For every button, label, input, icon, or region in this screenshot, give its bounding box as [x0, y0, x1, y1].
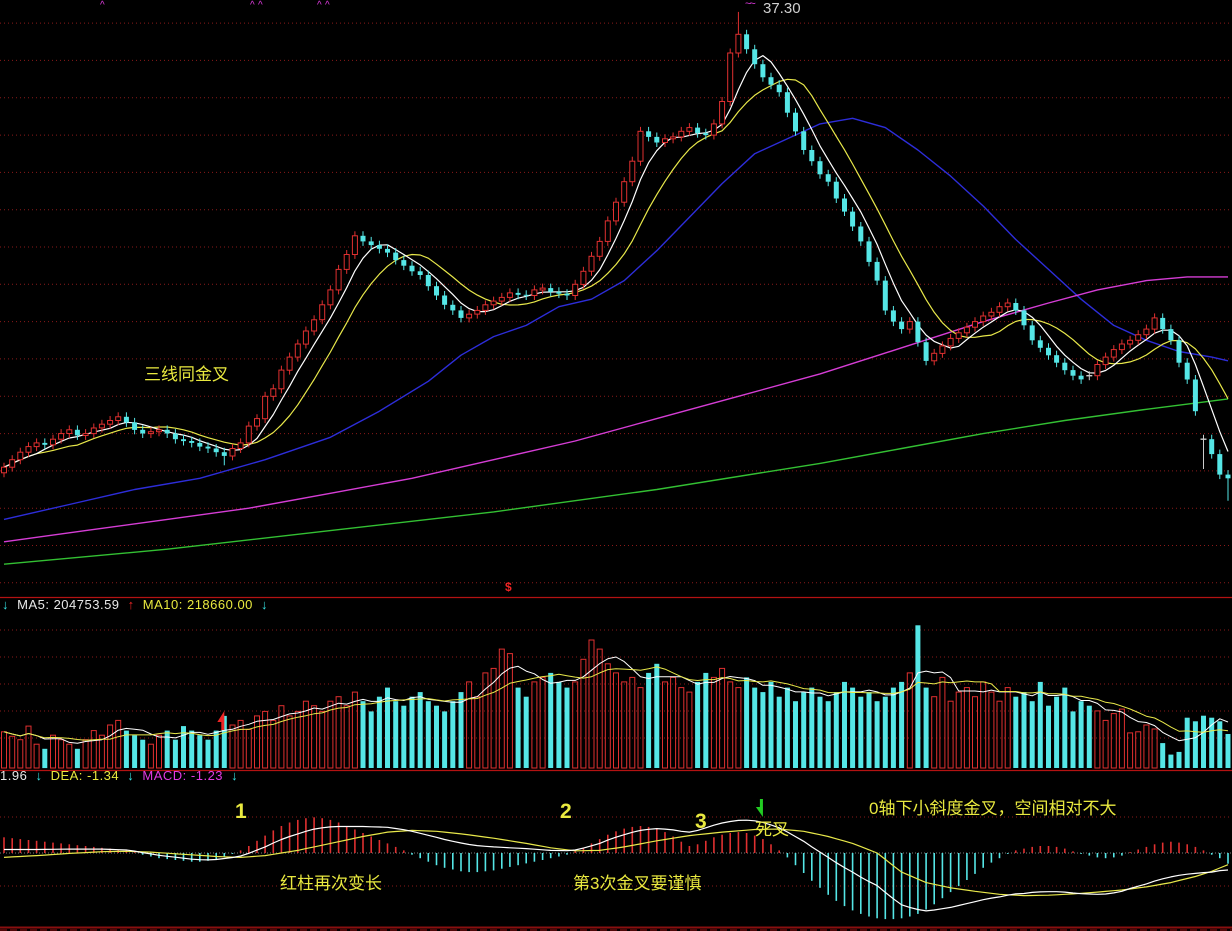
down-arrow-icon — [756, 799, 763, 817]
volume-down-arrow-icon: ↓ — [2, 597, 9, 612]
stock-chart-app: ^^^^^ ↓ MA5: 204753.59 ↑ MA10: 218660.00… — [0, 0, 1232, 931]
volume-ma5-up-arrow-icon: ↑ — [128, 597, 135, 612]
macd-bottom-right-note: 第3次金叉要谨慎 — [573, 875, 701, 894]
macd-macd-down-arrow-icon: ↓ — [231, 768, 238, 783]
macd-right-note: 0轴下小斜度金叉，空间相对不大 — [869, 800, 1116, 819]
macd-cross-number-2: 2 — [560, 800, 572, 823]
volume-ma10-down-arrow-icon: ↓ — [261, 597, 268, 612]
peak-price-label: 37.30 — [763, 1, 801, 18]
death-cross-note: 死叉 — [755, 821, 789, 840]
top-caret-mark: ^ — [317, 0, 322, 11]
macd-dea-label: DEA: -1.34 — [51, 768, 120, 783]
macd-dif-value: 1.96 — [0, 768, 27, 783]
up-arrow-icon — [217, 711, 224, 730]
dividend-marker: $ — [505, 581, 512, 594]
top-caret-mark: ^ — [325, 0, 330, 11]
macd-bottom-left-note: 红柱再次变长 — [280, 875, 382, 894]
macd-cross-number-1: 1 — [235, 800, 247, 823]
macd-dea-down-arrow-icon: ↓ — [127, 768, 134, 783]
top-caret-mark: ^ — [250, 0, 255, 11]
volume-ma10-label: MA10: 218660.00 — [143, 597, 253, 612]
top-caret-mark: ^ — [100, 0, 105, 11]
peak-pointer-icon: ~~ — [745, 0, 754, 10]
macd-dif-down-arrow-icon: ↓ — [35, 768, 42, 783]
volume-ma5-label: MA5: 204753.59 — [17, 597, 119, 612]
golden-cross-note: 三线同金叉 — [144, 366, 229, 385]
top-caret-mark: ^ — [258, 0, 263, 11]
macd-macd-label: MACD: -1.23 — [142, 768, 223, 783]
volume-header: ↓ MA5: 204753.59 ↑ MA10: 218660.00 ↓ — [2, 598, 272, 612]
macd-cross-number-3: 3 — [695, 810, 707, 833]
macd-header: 1.96 ↓ DEA: -1.34 ↓ MACD: -1.23 ↓ — [0, 769, 242, 783]
chart-canvas[interactable]: ^^^^^ — [0, 0, 1232, 931]
